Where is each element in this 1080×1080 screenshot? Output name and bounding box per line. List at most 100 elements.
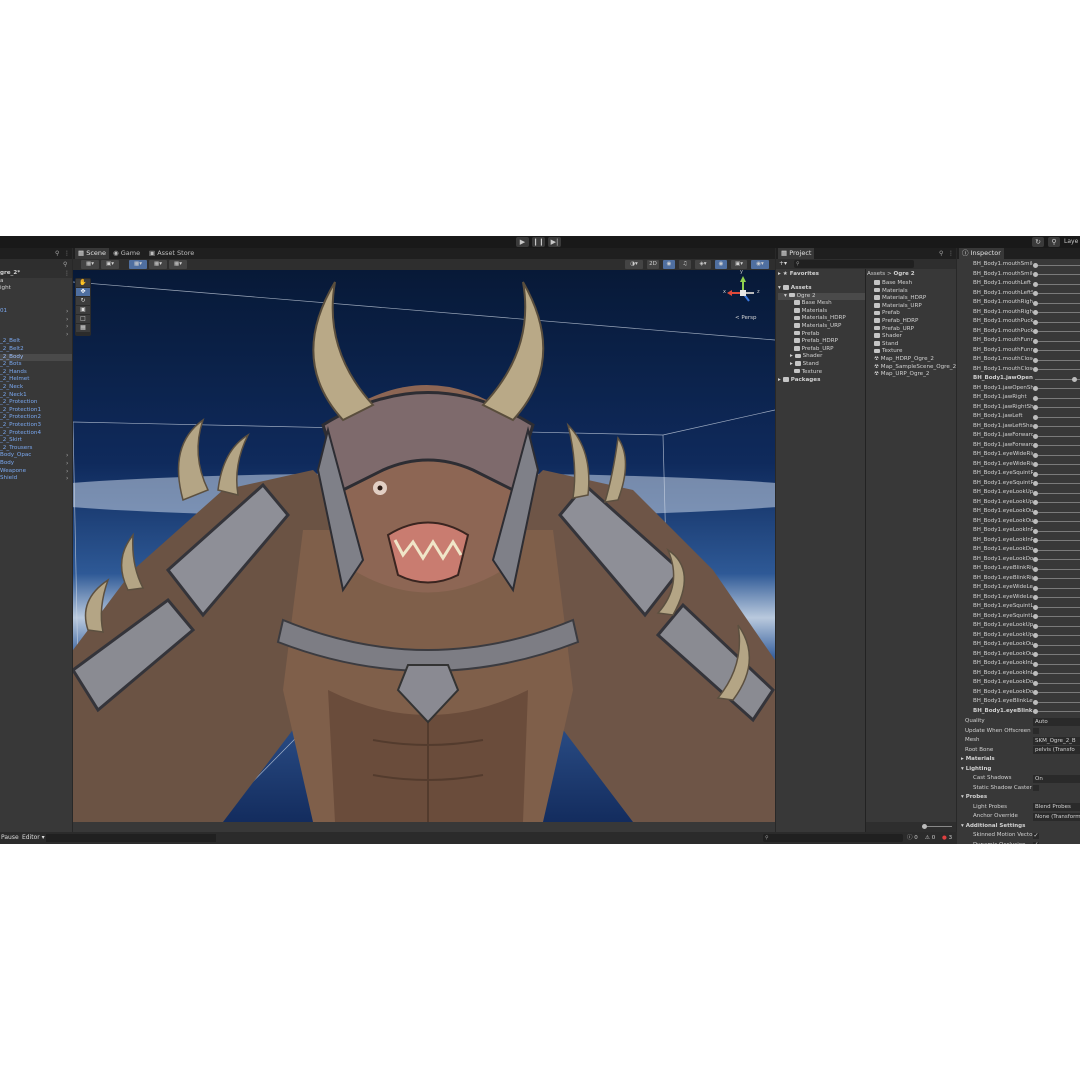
scene-file-item[interactable]: ☢ Map_URP_Ogre_2 [874,371,929,379]
project-tree-item[interactable]: Texture [790,369,822,377]
slider-knob[interactable] [1033,661,1038,667]
project-tree-item[interactable]: Materials_HDRP [790,315,846,323]
editor-dropdown[interactable]: Editor ▾ [22,832,45,844]
audio-toggle-icon[interactable]: ♫ [679,260,691,269]
hand-tool-icon[interactable]: ✋ [76,279,90,287]
hierarchy-item[interactable] [0,316,72,324]
slider-knob[interactable] [1033,652,1038,657]
history-icon[interactable]: ↻ [1032,237,1044,247]
property-value[interactable]: SKM_Ogre_2_B [1033,736,1080,745]
blendshape-slider[interactable] [1035,587,1080,589]
slider-knob[interactable] [1033,633,1038,638]
pivot-dropdown[interactable]: ▣▾ [101,260,119,269]
folder-item[interactable]: Texture [874,348,902,356]
slider-knob[interactable] [1033,604,1038,610]
slider-knob[interactable] [1033,528,1038,534]
move-tool-icon[interactable]: ✥ [76,288,90,296]
pause-label[interactable]: Pause [1,832,19,844]
expand-arrow-icon[interactable]: › [66,308,68,316]
hierarchy-item[interactable]: _2_Protection [0,399,72,407]
hierarchy-item[interactable]: _2_Protection4 [0,430,72,438]
project-tree-item[interactable]: Materials_URP [790,323,841,331]
slider-knob[interactable] [1033,500,1038,505]
project-tree-item[interactable]: Prefab_URP [790,346,834,354]
blendshape-slider[interactable] [1035,321,1080,323]
property-checkbox[interactable]: ✓ [1033,832,1039,839]
folder-item[interactable]: Materials_URP [874,303,922,311]
blendshape-slider[interactable] [1035,578,1080,579]
property-checkbox[interactable] [1033,728,1039,734]
slider-knob[interactable] [1033,405,1038,410]
step-icon[interactable]: ▶| [548,237,561,247]
slider-knob[interactable] [1033,471,1038,477]
hierarchy-item[interactable]: _2_Neck [0,384,72,392]
breadcrumb-root[interactable]: Assets [867,271,885,277]
property-value[interactable]: None (Transform [1033,812,1080,821]
blendshape-slider[interactable] [1035,426,1080,427]
slider-knob[interactable] [1033,690,1038,695]
slider-knob[interactable] [1033,671,1038,676]
icon-size-knob[interactable] [922,824,927,829]
slider-knob[interactable] [1033,462,1038,467]
slider-knob[interactable] [1033,338,1038,344]
hierarchy-item[interactable]: _2_Hands [0,369,72,377]
slider-knob[interactable] [1033,614,1038,619]
tab-asset-store[interactable]: ▣ Asset Store [146,248,197,259]
project-tree-item[interactable]: ▸ Shader [790,353,822,361]
slider-knob[interactable] [1033,395,1038,401]
slider-knob[interactable] [1072,376,1077,382]
expand-arrow-icon[interactable]: › [66,475,68,483]
blendshape-slider[interactable] [1035,454,1080,456]
folder-item[interactable]: Materials [874,288,908,296]
hierarchy-item[interactable]: 01 [0,308,72,316]
rect-tool-icon[interactable]: □ [76,315,90,323]
expand-arrow-icon[interactable]: ▸ [790,353,795,359]
expand-arrow-icon[interactable]: › [66,468,68,476]
slider-knob[interactable] [1033,680,1038,686]
blendshape-slider[interactable] [1035,502,1080,503]
slider-knob[interactable] [1033,262,1038,268]
layers-dropdown[interactable]: Laye [1064,237,1078,247]
orientation-gizmo[interactable]: y x z [723,270,763,311]
hierarchy-item[interactable]: _2_Bots [0,361,72,369]
camera-dropdown[interactable]: ▣▾ [731,260,747,269]
hierarchy-item[interactable]: _2_Belt2 [0,346,72,354]
slider-knob[interactable] [1033,557,1038,562]
folder-item[interactable]: Prefab_HDRP [874,318,918,326]
blendshape-slider[interactable] [1035,625,1080,627]
blendshape-slider[interactable] [1035,293,1080,294]
scene-menu-icon[interactable]: ⋮ [64,270,70,278]
blendshape-slider[interactable] [1035,682,1080,684]
slider-knob[interactable] [1033,291,1038,296]
project-tree-item[interactable]: ▾ Ogre 2 [778,292,870,301]
slider-knob[interactable] [1033,348,1038,353]
project-tree-item[interactable]: ▸ Stand [790,361,819,369]
slider-knob[interactable] [1033,709,1038,714]
slider-knob[interactable] [1033,623,1038,629]
property-checkbox[interactable]: ✓ [1033,842,1039,844]
property-value[interactable]: pelvis (Transfo [1033,746,1080,755]
increment-snap-dropdown[interactable]: ▦▾ [169,260,187,269]
hierarchy-item[interactable]: _2_Protection3 [0,422,72,430]
hierarchy-item[interactable] [0,300,72,308]
assets-header[interactable]: ▾ Assets [778,285,812,293]
blendshape-slider[interactable] [1035,521,1080,522]
hierarchy-item[interactable]: _2_Protection2 [0,414,72,422]
slider-knob[interactable] [1033,566,1038,572]
hierarchy-item[interactable]: _2_Skirt [0,437,72,445]
play-icon[interactable]: ▶ [516,237,529,247]
hierarchy-item[interactable]: _2_Belt [0,338,72,346]
tab-scene[interactable]: ▦ Scene [75,248,110,259]
property-value[interactable]: Blend Probes [1033,803,1080,812]
hierarchy-item[interactable] [0,331,72,339]
section-header[interactable]: ▸ Materials [957,755,1080,765]
blendshape-slider[interactable] [1035,283,1080,285]
tab-game[interactable]: ◉ Game [110,248,143,259]
blendshape-slider[interactable] [1035,388,1080,389]
slider-knob[interactable] [1033,367,1038,372]
project-tree-item[interactable]: Materials [790,308,827,316]
blendshape-slider[interactable] [1035,369,1080,370]
blendshape-slider[interactable] [1035,483,1080,484]
blendshape-slider[interactable] [1035,597,1080,598]
expand-arrow-icon[interactable]: › [66,452,68,460]
